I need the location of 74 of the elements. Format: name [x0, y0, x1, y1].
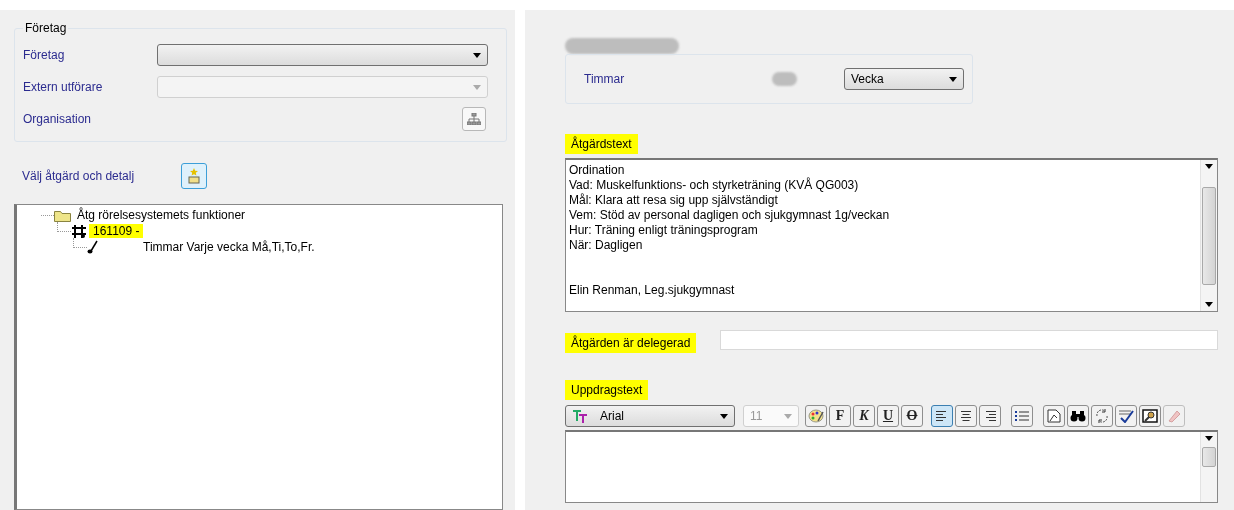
- text-line: Ordination: [569, 163, 626, 178]
- eraser-icon: [1167, 409, 1181, 423]
- replace-icon: [1094, 408, 1110, 424]
- note-icon: [87, 240, 99, 254]
- dropdown-value: Vecka: [851, 72, 884, 86]
- zoom-icon: [1142, 409, 1158, 423]
- field-label: Företag: [23, 48, 66, 62]
- input-field[interactable]: [720, 330, 1218, 350]
- binoculars-icon: [1070, 410, 1086, 422]
- font-dropdown[interactable]: Arial: [565, 405, 735, 427]
- field-label: Välj åtgärd och detalj: [22, 169, 136, 183]
- text-line: Vem: Stöd av personal dagligen och sjukgymnast 1g/veckan: [569, 208, 891, 223]
- tree-item[interactable]: Timmar Varje vecka Må,Ti,To,Fr.: [139, 240, 319, 254]
- grid-icon: [71, 224, 87, 238]
- section-label: Uppdragstext: [565, 380, 649, 400]
- scroll-thumb[interactable]: [1202, 447, 1216, 467]
- section-label: Åtgärdstext: [565, 134, 638, 154]
- palette-icon: [808, 409, 824, 423]
- caret-icon: [473, 84, 481, 90]
- font-icon: [572, 409, 588, 423]
- tree-line: [57, 221, 71, 232]
- find-button[interactable]: [1067, 405, 1089, 427]
- text-area[interactable]: [565, 158, 1218, 312]
- text-line: Mål: Klara att resa sig upp självständigt: [569, 193, 779, 208]
- list-button[interactable]: [1011, 405, 1033, 427]
- organisation-button[interactable]: [462, 107, 486, 131]
- caret-icon: [473, 52, 481, 58]
- align-icon: [936, 410, 948, 422]
- scroll-thumb[interactable]: [1202, 186, 1216, 285]
- font-name: Arial: [600, 409, 624, 423]
- bold-button[interactable]: F: [829, 405, 851, 427]
- align-icon: [960, 410, 972, 422]
- field-label: Organisation: [23, 112, 93, 126]
- scrollbar[interactable]: [1200, 432, 1217, 502]
- spell-button[interactable]: [1115, 405, 1137, 427]
- caret-icon: [720, 413, 728, 419]
- caret-icon: [949, 76, 957, 82]
- caret-icon: [1205, 436, 1213, 441]
- scrollbar[interactable]: [1200, 160, 1217, 311]
- page-button[interactable]: [1043, 405, 1065, 427]
- caret-icon: [784, 413, 792, 419]
- tree-item[interactable]: Åtg rörelsesystemets funktioner: [73, 208, 250, 222]
- list-icon: [1015, 410, 1029, 422]
- field-label: Timmar: [584, 72, 626, 86]
- section-label: Åtgärden är delegerad: [565, 333, 697, 353]
- text-line: Vad: Muskelfunktions- och styrketräning (KVÅ QG003): [569, 178, 860, 193]
- dropdown[interactable]: Vecka: [844, 68, 964, 90]
- field-label: Extern utförare: [23, 80, 104, 94]
- tree-item[interactable]: 161109 -: [89, 224, 144, 238]
- underline-button[interactable]: U: [877, 405, 899, 427]
- text-line: Hur: Träning enligt träningsprogram: [569, 223, 759, 238]
- choose-button[interactable]: [181, 163, 207, 189]
- folder-star-icon: [188, 168, 200, 184]
- strike-button[interactable]: O: [901, 405, 923, 427]
- zoom-button[interactable]: [1139, 405, 1161, 427]
- signature-line: Elin Renman, Leg.sjukgymnast: [569, 283, 736, 298]
- editor-area[interactable]: [565, 430, 1218, 503]
- align-right-button[interactable]: [979, 405, 1001, 427]
- org-chart-icon: [467, 113, 481, 125]
- align-left-button[interactable]: [931, 405, 953, 427]
- text-line: När: Dagligen: [569, 238, 644, 253]
- tree-line: [73, 237, 87, 248]
- caret-icon: [1205, 164, 1213, 169]
- size-value: 11: [750, 409, 763, 423]
- folder-icon: [54, 208, 71, 222]
- color-button[interactable]: [805, 405, 827, 427]
- align-icon: [984, 410, 996, 422]
- page-icon: [1047, 409, 1061, 423]
- align-center-button[interactable]: [955, 405, 977, 427]
- italic-button[interactable]: K: [853, 405, 875, 427]
- group-title: Företag: [23, 21, 69, 35]
- dropdown[interactable]: [157, 44, 488, 66]
- spellcheck-icon: [1118, 409, 1134, 423]
- caret-icon: [1205, 302, 1213, 307]
